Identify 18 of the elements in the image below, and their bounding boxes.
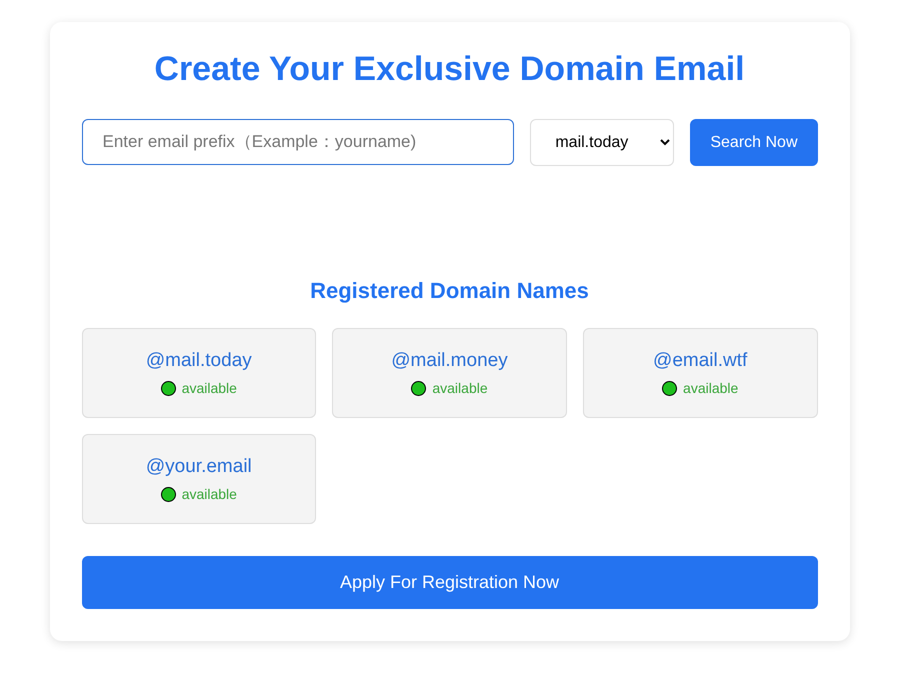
status-dot-icon xyxy=(411,380,426,396)
page-title: Create Your Exclusive Domain Email xyxy=(153,50,746,89)
status-label: available xyxy=(182,380,237,396)
section-heading: Registered Domain Names xyxy=(309,278,590,304)
email-prefix-field[interactable]: Enter email prefix（Example：yourname) xyxy=(82,119,514,165)
domain-name: @mail.money xyxy=(391,350,508,372)
domain-name: @email.wtf xyxy=(653,350,748,372)
status-dot-icon xyxy=(160,380,176,396)
status-label: available xyxy=(182,486,237,502)
search-button[interactable]: Search Now xyxy=(690,119,818,166)
domain-dropdown[interactable]: mail.today xyxy=(530,119,674,166)
status-label: available xyxy=(683,380,738,396)
apply-button[interactable]: Apply For Registration Now xyxy=(82,556,818,609)
status-label: available xyxy=(432,380,488,396)
status-dot-icon xyxy=(662,380,678,396)
status-dot-icon xyxy=(160,486,176,502)
domain-name: @mail.today xyxy=(146,350,252,372)
domain-name: @your.email xyxy=(146,456,252,478)
